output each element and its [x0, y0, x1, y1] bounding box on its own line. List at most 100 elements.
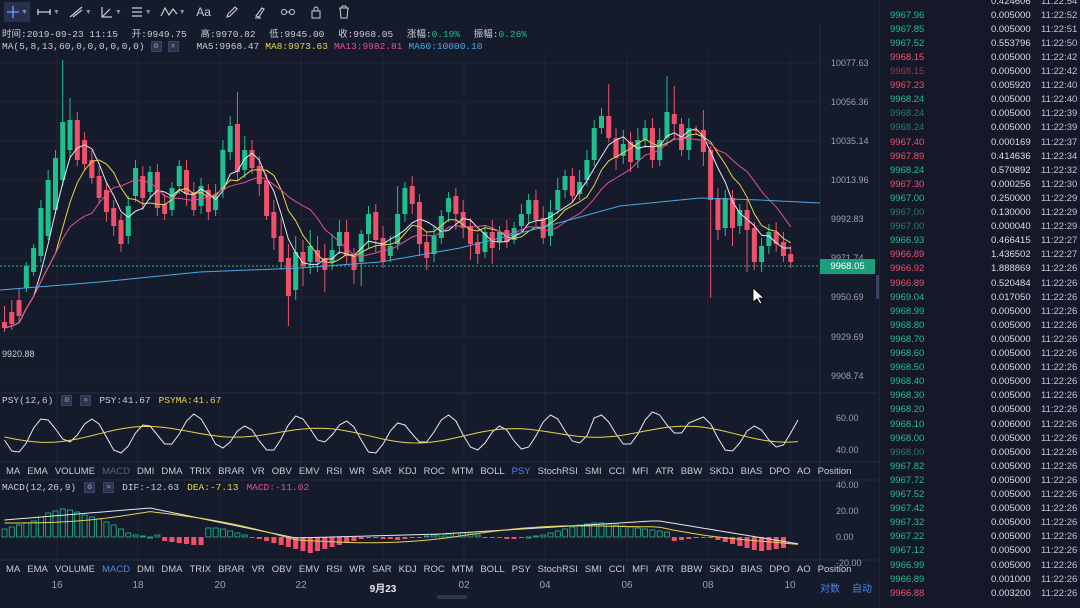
indicator-tab-dma[interactable]: DMA: [161, 466, 182, 477]
indicator-tab-roc[interactable]: ROC: [424, 564, 445, 575]
indicator-tab-sar[interactable]: SAR: [372, 564, 392, 575]
candlestick-chart[interactable]: 10077.63 10056.36 10035.14 10013.96 9992.83 9…: [0, 0, 878, 608]
indicator-tab-wr[interactable]: WR: [349, 466, 365, 477]
macd-histogram-bar: [184, 537, 189, 544]
indicator-tab-obv[interactable]: OBV: [272, 564, 292, 575]
macd-histogram-bar: [132, 534, 139, 538]
trade-row: 9968.50 0.005000 11:22:26: [880, 361, 1080, 375]
trade-time: 11:22:42: [1041, 51, 1078, 63]
indicator-tab-bias[interactable]: BIAS: [741, 466, 763, 477]
indicator-tab-dpo[interactable]: DPO: [769, 564, 790, 575]
macd-histogram-bar: [504, 537, 510, 539]
macd-histogram-bar: [336, 537, 342, 545]
trade-qty: 0.250000: [991, 192, 1031, 204]
indicator-tab-skdj[interactable]: SKDJ: [709, 564, 733, 575]
macd-histogram-bar: [620, 525, 627, 538]
indicator-tab-skdj[interactable]: SKDJ: [709, 466, 733, 477]
settings-icon[interactable]: ⚙: [61, 395, 73, 406]
macd-histogram-bar: [525, 536, 532, 539]
indicator-tab-macd[interactable]: MACD: [102, 564, 130, 575]
indicator-tab-rsi[interactable]: RSI: [326, 466, 342, 477]
trade-time: 11:22:26: [1041, 305, 1078, 317]
indicator-tab-mfi[interactable]: MFI: [632, 466, 648, 477]
indicator-tab-rsi[interactable]: RSI: [326, 564, 342, 575]
indicator-tab-stochrsi[interactable]: StochRSI: [538, 564, 578, 575]
close-icon[interactable]: ✕: [103, 482, 115, 493]
indicator-tab-smi[interactable]: SMI: [585, 466, 602, 477]
indicator-tab-stochrsi[interactable]: StochRSI: [538, 466, 578, 477]
indicator-tab-sar[interactable]: SAR: [372, 466, 392, 477]
indicator-tab-vr[interactable]: VR: [252, 466, 265, 477]
indicator-tab-bias[interactable]: BIAS: [741, 564, 763, 575]
indicator-tab-wr[interactable]: WR: [349, 564, 365, 575]
indicator-tab-smi[interactable]: SMI: [585, 564, 602, 575]
trade-time: 11:22:26: [1041, 263, 1078, 275]
candle-body: [329, 250, 335, 262]
indicator-tab-kdj[interactable]: KDJ: [399, 564, 417, 575]
indicator-tab-ao[interactable]: AO: [797, 466, 811, 477]
trade-row: 9968.40 0.005000 11:22:26: [880, 375, 1080, 389]
trade-time: 11:22:26: [1041, 531, 1078, 543]
indicator-tab-roc[interactable]: ROC: [424, 466, 445, 477]
indicator-tab-bbw[interactable]: BBW: [681, 466, 703, 477]
trade-time: 11:22:37: [1041, 136, 1078, 148]
indicator-tab-cci[interactable]: CCI: [609, 564, 625, 575]
indicator-tab-position[interactable]: Position: [818, 466, 852, 477]
indicator-tab-atr[interactable]: ATR: [655, 466, 673, 477]
indicator-tab-cci[interactable]: CCI: [609, 466, 625, 477]
chart-area[interactable]: ▼ ▼ ▼ ▼ ▼ ▼ Aa 时间:2019-09-23 11:15 开:994…: [0, 0, 879, 608]
candle-body: [562, 176, 568, 190]
auto-scale-button[interactable]: 自动: [852, 580, 872, 595]
indicator-tab-emv[interactable]: EMV: [299, 466, 320, 477]
candle-body: [300, 252, 306, 266]
indicator-tab-boll[interactable]: BOLL: [480, 564, 504, 575]
indicator-tab-brar[interactable]: BRAR: [218, 466, 244, 477]
indicator-tab-atr[interactable]: ATR: [655, 564, 673, 575]
indicator-tab-psy[interactable]: PSY: [512, 564, 531, 575]
indicator-tab-ema[interactable]: EMA: [27, 466, 48, 477]
indicator-tab-psy[interactable]: PSY: [512, 466, 531, 477]
indicator-tab-ao[interactable]: AO: [797, 564, 811, 575]
indicator-tab-trix[interactable]: TRIX: [190, 466, 212, 477]
indicator-tab-mfi[interactable]: MFI: [632, 564, 648, 575]
trade-qty: 0.424606: [991, 0, 1031, 7]
indicator-tab-dmi[interactable]: DMI: [137, 466, 154, 477]
macd-histogram-bar: [169, 537, 175, 542]
indicator-tab-kdj[interactable]: KDJ: [399, 466, 417, 477]
indicator-tab-boll[interactable]: BOLL: [480, 466, 504, 477]
indicator-tab-volume[interactable]: VOLUME: [55, 466, 95, 477]
indicator-tab-vr[interactable]: VR: [252, 564, 265, 575]
indicator-tab-mtm[interactable]: MTM: [452, 466, 474, 477]
indicator-tab-brar[interactable]: BRAR: [218, 564, 244, 575]
indicator-tab-dpo[interactable]: DPO: [769, 466, 790, 477]
indicator-tab-dmi[interactable]: DMI: [137, 564, 154, 575]
indicator-tab-mtm[interactable]: MTM: [452, 564, 474, 575]
indicator-tab-dma[interactable]: DMA: [161, 564, 182, 575]
indicator-tab-position[interactable]: Position: [818, 564, 852, 575]
macd-axis-label: 20.00: [836, 506, 859, 516]
settings-icon[interactable]: ⚙: [84, 482, 96, 493]
indicator-tab-bbw[interactable]: BBW: [681, 564, 703, 575]
trade-qty: 0.005000: [991, 305, 1031, 317]
indicator-tab-ema[interactable]: EMA: [27, 564, 48, 575]
indicator-tab-emv[interactable]: EMV: [299, 564, 320, 575]
trade-price: 9968.10: [890, 418, 925, 430]
trade-qty: 0.005000: [991, 432, 1031, 444]
trade-history-list[interactable]: 0.424606 11:22:54 9967.96 0.005000 11:22:52 9…: [879, 0, 1080, 608]
price-axis-label: 9929.69: [831, 332, 864, 342]
log-scale-button[interactable]: 对数: [820, 580, 840, 595]
candle-body: [766, 232, 772, 246]
candle-body: [751, 228, 757, 262]
indicator-tab-macd[interactable]: MACD: [102, 466, 130, 477]
indicator-tab-ma[interactable]: MA: [6, 564, 20, 575]
indicator-tab-ma[interactable]: MA: [6, 466, 20, 477]
macd-histogram-bar: [110, 524, 117, 538]
indicator-tab-trix[interactable]: TRIX: [190, 564, 212, 575]
trade-row: 9968.15 0.005000 11:22:42: [880, 50, 1080, 64]
indicator-tab-obv[interactable]: OBV: [272, 466, 292, 477]
close-icon[interactable]: ✕: [80, 395, 92, 406]
mouse-cursor-icon: [752, 287, 764, 305]
indicator-tab-volume[interactable]: VOLUME: [55, 564, 95, 575]
macd-histogram-bar: [445, 533, 452, 538]
date-axis: 16 18 20 22 9月23 02 04 06 08 10: [0, 578, 820, 595]
